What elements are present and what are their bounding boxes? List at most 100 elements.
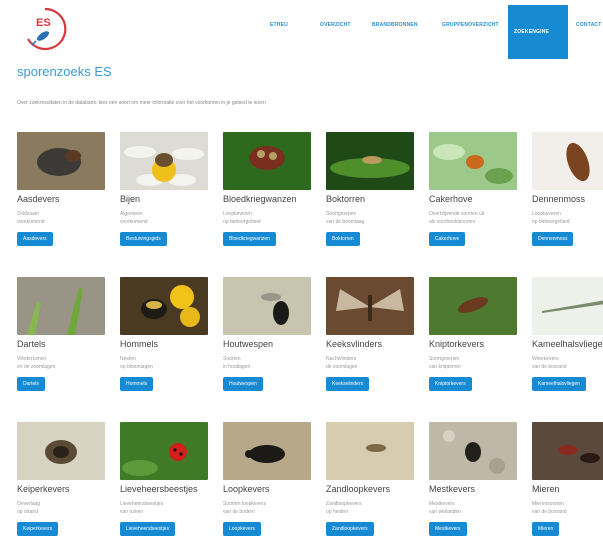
card-button[interactable]: Kniptorkevers (429, 377, 472, 391)
species-card: Kniptorkevers Soortgroepen van kniptorre… (429, 277, 517, 396)
species-card: Bijen Algemeen voorkomend Bestuivingsgid… (120, 132, 208, 251)
species-photo[interactable] (429, 422, 517, 480)
card-desc: Soorten loopkevers van de bodem (223, 501, 267, 515)
card-desc: Oeverlaag op strand (17, 501, 41, 515)
species-photo[interactable] (326, 422, 414, 480)
card-title: Aasdevers (17, 194, 60, 204)
card-desc: Overblijvende soorten uit als voorbeelds… (429, 211, 485, 225)
species-card: Cakerhove Overblijvende soorten uit als … (429, 132, 517, 251)
card-desc: Vlindertuinen en de zoomlagen (17, 356, 56, 370)
card-desc: Loopkeveren op beheergebied (532, 211, 570, 225)
card-button[interactable]: Keeksvlinders (326, 377, 370, 391)
species-photo[interactable] (223, 277, 311, 335)
nav-item-6[interactable]: CONTACT (576, 22, 601, 38)
species-photo[interactable] (223, 422, 311, 480)
species-photo[interactable] (532, 422, 603, 480)
card-button[interactable]: Keiperkevers (17, 522, 59, 536)
breadcrumb: Over zoekresultaten in de databank: kies… (17, 100, 266, 106)
card-title: Loopkevers (223, 484, 270, 494)
nav-item-active[interactable]: ZOEKENGINE (508, 5, 568, 59)
card-desc: Mierensoorten van de bosrand (532, 501, 567, 515)
card-button[interactable]: Hommels (120, 377, 154, 391)
card-title: Hommels (120, 339, 159, 349)
species-photo[interactable] (429, 132, 517, 190)
species-card: Dartels Vlindertuinen en de zoomlagen Da… (17, 277, 105, 396)
species-photo[interactable] (17, 422, 105, 480)
species-photo[interactable] (532, 132, 603, 190)
card-desc: Soortgroepen van de boomlaag (326, 211, 365, 225)
card-button[interactable]: Boktorren (326, 232, 360, 246)
card-title: Mieren (532, 484, 560, 494)
species-photo[interactable] (120, 422, 208, 480)
species-photo[interactable] (120, 277, 208, 335)
species-card: Mestkevers Mestkevers van weilanden Mest… (429, 422, 517, 541)
main-nav: ETHEU OVERZICHT BRANDBRONNEN GRUPPENOVER… (262, 0, 603, 60)
card-title: Cakerhove (429, 194, 473, 204)
species-photo[interactable] (17, 277, 105, 335)
nav-item-1[interactable]: ETHEU (270, 22, 288, 38)
species-photo[interactable] (429, 277, 517, 335)
card-desc: Zandloopkevers op heiden (326, 501, 362, 515)
card-button[interactable]: Zandloopkevers (326, 522, 374, 536)
species-card: Keiperkevers Oeverlaag op strand Keiperk… (17, 422, 105, 541)
card-title: Dennenmoss (532, 194, 586, 204)
card-title: Houtwespen (223, 339, 274, 349)
species-card: Lieveheersbeestjes Lieveheersbeestjes va… (120, 422, 208, 541)
species-card: Mieren Mierensoorten van de bosrand Mier… (532, 422, 603, 541)
card-desc: Mestkevers van weilanden (429, 501, 461, 515)
species-photo[interactable] (120, 132, 208, 190)
card-button[interactable]: Loopkevers (223, 522, 261, 536)
nav-item-3[interactable]: BRANDBRONNEN (372, 22, 418, 38)
species-card: Kameelhalsvliegen Weerkevers van de bosr… (532, 277, 603, 396)
species-card: Keeksvlinders Nachtvlinders de zoomlagen… (326, 277, 414, 396)
card-title: Mestkevers (429, 484, 476, 494)
card-button[interactable]: Kameelhalsvliegen (532, 377, 586, 391)
species-card: Boktorren Soortgroepen van de boomlaag B… (326, 132, 414, 251)
card-desc: Algemeen voorkomend (120, 211, 148, 225)
species-card: Hommels Nesten op bloemlagen Hommels (120, 277, 208, 396)
logo-text: ES (36, 17, 51, 29)
card-title: Boktorren (326, 194, 366, 204)
card-desc: Nachtvlinders de zoomlagen (326, 356, 358, 370)
nav-item-4[interactable]: GRUPPENOVERZICHT (442, 22, 499, 38)
card-desc: Nesten op bloemlagen (120, 356, 153, 370)
card-desc: Lieveheersbeestjes van tuinen (120, 501, 164, 515)
card-title: Keiperkevers (17, 484, 70, 494)
species-photo[interactable] (326, 132, 414, 190)
species-card: Dennenmoss Loopkeveren op beheergebied D… (532, 132, 603, 251)
card-title: Keeksvlinders (326, 339, 383, 349)
species-card: Bloedkriegwanzen Loopkeveren op beheerge… (223, 132, 311, 251)
card-title: Kameelhalsvliegen (532, 339, 603, 349)
card-button[interactable]: Dennenmoss (532, 232, 574, 246)
card-desc: Weerkevers van de bosrand (532, 356, 567, 370)
nav-item-2[interactable]: OVERZICHT (320, 22, 351, 38)
card-button[interactable]: Lieveheersbeestjes (120, 522, 176, 536)
card-title: Kniptorkevers (429, 339, 485, 349)
card-desc: Loopkeveren op beheergebied (223, 211, 261, 225)
card-desc: Zeldzaam voorkomend (17, 211, 45, 225)
card-title: Lieveheersbeestjes (120, 484, 198, 494)
card-title: Dartels (17, 339, 46, 349)
species-card: Aasdevers Zeldzaam voorkomend Aasdevers (17, 132, 105, 251)
card-button[interactable]: Dartels (17, 377, 45, 391)
species-photo[interactable] (532, 277, 603, 335)
card-button[interactable]: Bloedkriegwanzen (223, 232, 276, 246)
card-button[interactable]: Mestkevers (429, 522, 467, 536)
card-button[interactable]: Bestuivingsgids (120, 232, 167, 246)
card-desc: Soorten in houtlagen (223, 356, 251, 370)
card-desc: Soortgroepen van kniptorren (429, 356, 461, 370)
species-photo[interactable] (326, 277, 414, 335)
page-title: sporenzoeks ES (17, 64, 112, 79)
card-title: Zandloopkevers (326, 484, 391, 494)
site-logo[interactable]: ES (22, 6, 68, 52)
card-title: Bijen (120, 194, 141, 204)
card-button[interactable]: Houtwespen (223, 377, 263, 391)
card-button[interactable]: Mieren (532, 522, 560, 536)
card-button[interactable]: Cakerhove (429, 232, 466, 246)
species-photo[interactable] (17, 132, 105, 190)
species-card: Loopkevers Soorten loopkevers van de bod… (223, 422, 311, 541)
card-title: Bloedkriegwanzen (223, 194, 297, 204)
species-card: Zandloopkevers Zandloopkevers op heiden … (326, 422, 414, 541)
species-photo[interactable] (223, 132, 311, 190)
card-button[interactable]: Aasdevers (17, 232, 53, 246)
